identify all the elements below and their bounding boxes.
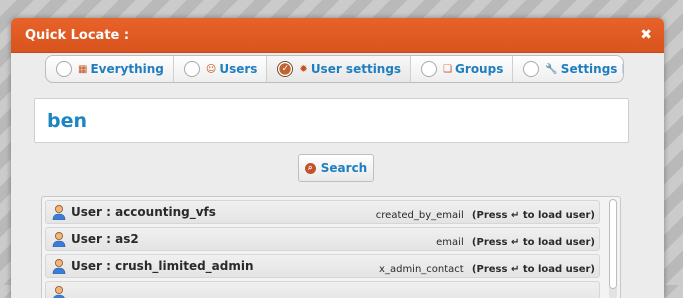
- close-icon[interactable]: ✖: [640, 27, 652, 43]
- wrench-icon: 🔧: [545, 63, 558, 75]
- user-icon: [52, 205, 66, 220]
- tab-label: Groups: [455, 62, 504, 76]
- tab-everything[interactable]: ▦ Everything: [46, 56, 174, 82]
- radio-users[interactable]: [183, 61, 200, 77]
- user-icon: ☺: [205, 63, 217, 75]
- user-icon: [52, 232, 66, 247]
- radio-groups[interactable]: [421, 61, 438, 77]
- result-meta: email (Press ↵ to load user): [436, 237, 595, 248]
- enter-key-icon: ↵: [510, 210, 520, 221]
- list-item[interactable]: User : as2 email (Press ↵ to load user): [45, 227, 600, 251]
- tab-groups[interactable]: ❏ Groups: [411, 56, 514, 82]
- load-hint: (Press ↵ to load user): [471, 264, 595, 275]
- search-icon: ⌕: [304, 162, 316, 174]
- load-hint: (Press ↵ to load user): [471, 210, 595, 221]
- result-label: User : crush_limited_admin: [71, 259, 254, 273]
- search-input[interactable]: [45, 108, 628, 133]
- tab-users[interactable]: ☺ Users: [174, 56, 268, 82]
- user-icon: [52, 259, 66, 274]
- user-icon: [53, 286, 65, 298]
- enter-key-icon: ↵: [510, 264, 520, 275]
- search-scope-tabs: ▦ Everything ☺ Users ✹ User settings ❏ G…: [45, 55, 624, 83]
- radio-settings-panel[interactable]: [523, 61, 540, 77]
- gear-icon: ✹: [299, 63, 308, 75]
- tab-label: Settings Panel: [560, 62, 623, 76]
- results-list: User : accounting_vfs created_by_email (…: [41, 196, 621, 298]
- search-button-label: Search: [320, 161, 368, 175]
- search-button[interactable]: ⌕ Search: [298, 154, 374, 182]
- tab-label: Everything: [90, 62, 164, 76]
- dialog-title: Quick Locate :: [25, 27, 130, 43]
- scrollbar-thumb[interactable]: [609, 199, 617, 289]
- search-field[interactable]: [34, 98, 629, 143]
- dialog-titlebar: Quick Locate : ✖: [11, 18, 664, 53]
- result-meta: created_by_email (Press ↵ to load user): [376, 210, 595, 221]
- result-meta: x_admin_contact (Press ↵ to load user): [379, 264, 595, 275]
- tab-settings-panel[interactable]: 🔧 Settings Panel: [513, 56, 623, 82]
- result-field: created_by_email: [375, 210, 464, 221]
- tab-label: Users: [219, 62, 258, 76]
- list-item[interactable]: User : accounting_vfs created_by_email (…: [45, 200, 600, 224]
- result-label: User : as2: [71, 232, 139, 246]
- radio-everything[interactable]: [56, 61, 72, 77]
- result-label: User : accounting_vfs: [71, 205, 216, 219]
- groups-icon: ❏: [443, 63, 453, 75]
- radio-user-settings[interactable]: [277, 61, 294, 77]
- list-item[interactable]: User : crush_limited_admin x_admin_conta…: [45, 254, 600, 278]
- result-field: email: [436, 237, 464, 248]
- load-hint: (Press ↵ to load user): [471, 237, 595, 248]
- tab-label: User settings: [310, 62, 402, 76]
- grid-icon: ▦: [78, 63, 88, 75]
- tab-user-settings[interactable]: ✹ User settings: [267, 56, 412, 82]
- enter-key-icon: ↵: [510, 237, 520, 248]
- list-item[interactable]: [45, 281, 600, 298]
- result-field: x_admin_contact: [379, 264, 464, 275]
- quick-locate-dialog: Quick Locate : ✖ ▦ Everything ☺ Users ✹ …: [11, 18, 664, 298]
- results-scrollbar[interactable]: [609, 199, 617, 298]
